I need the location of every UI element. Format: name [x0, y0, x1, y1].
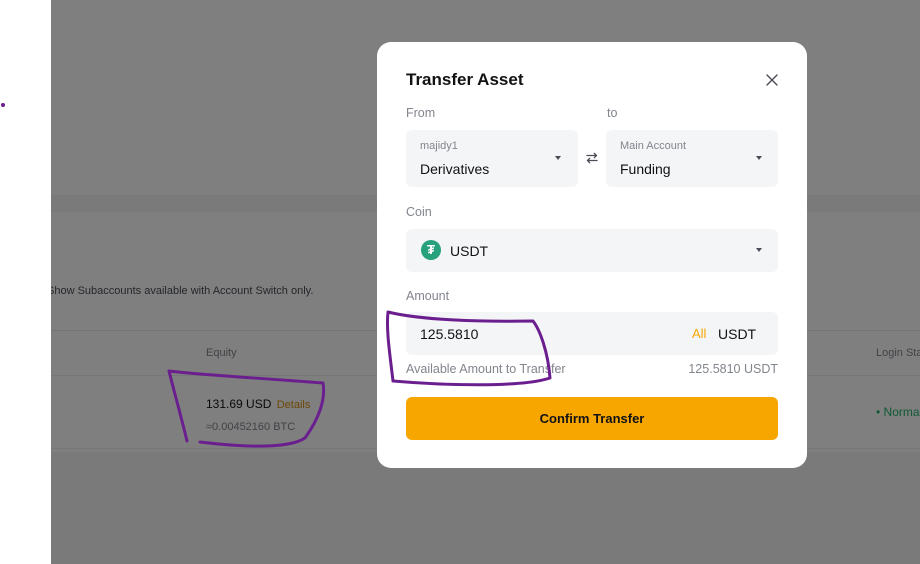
coin-name: USDT [450, 243, 489, 259]
chevron-down-icon [756, 156, 762, 160]
available-amount-label: Available Amount to Transfer [406, 362, 566, 376]
amount-label: Amount [406, 289, 450, 303]
chevron-down-icon [756, 248, 762, 252]
to-label: to [607, 106, 618, 120]
dialog-title: Transfer Asset [406, 70, 524, 89]
confirm-transfer-button[interactable]: Confirm Transfer [406, 397, 778, 440]
usdt-icon: ₮ [421, 240, 441, 260]
left-margin [0, 0, 51, 564]
to-account-select[interactable]: Main Account Funding [606, 130, 778, 187]
chevron-down-icon [555, 156, 561, 160]
to-account-sub: Main Account [620, 140, 687, 152]
swap-arrows-icon[interactable] [580, 146, 604, 170]
from-account-sub: majidy1 [420, 140, 458, 152]
amount-field: All USDT [406, 312, 778, 355]
annotation-dot [1, 103, 5, 107]
all-amount-link[interactable]: All [692, 326, 706, 341]
coin-select[interactable]: ₮ USDT [406, 229, 778, 272]
close-icon[interactable] [764, 72, 780, 88]
amount-input[interactable] [420, 312, 670, 355]
available-amount-value: 125.5810 USDT [688, 362, 778, 376]
amount-unit: USDT [718, 326, 757, 342]
from-account-main: Derivatives [420, 161, 490, 177]
from-label: From [406, 106, 436, 120]
to-account-main: Funding [620, 161, 671, 177]
coin-label: Coin [406, 205, 432, 219]
transfer-asset-dialog: Transfer Asset From to majidy1 Derivativ… [377, 42, 807, 468]
from-account-select[interactable]: majidy1 Derivatives [406, 130, 578, 187]
